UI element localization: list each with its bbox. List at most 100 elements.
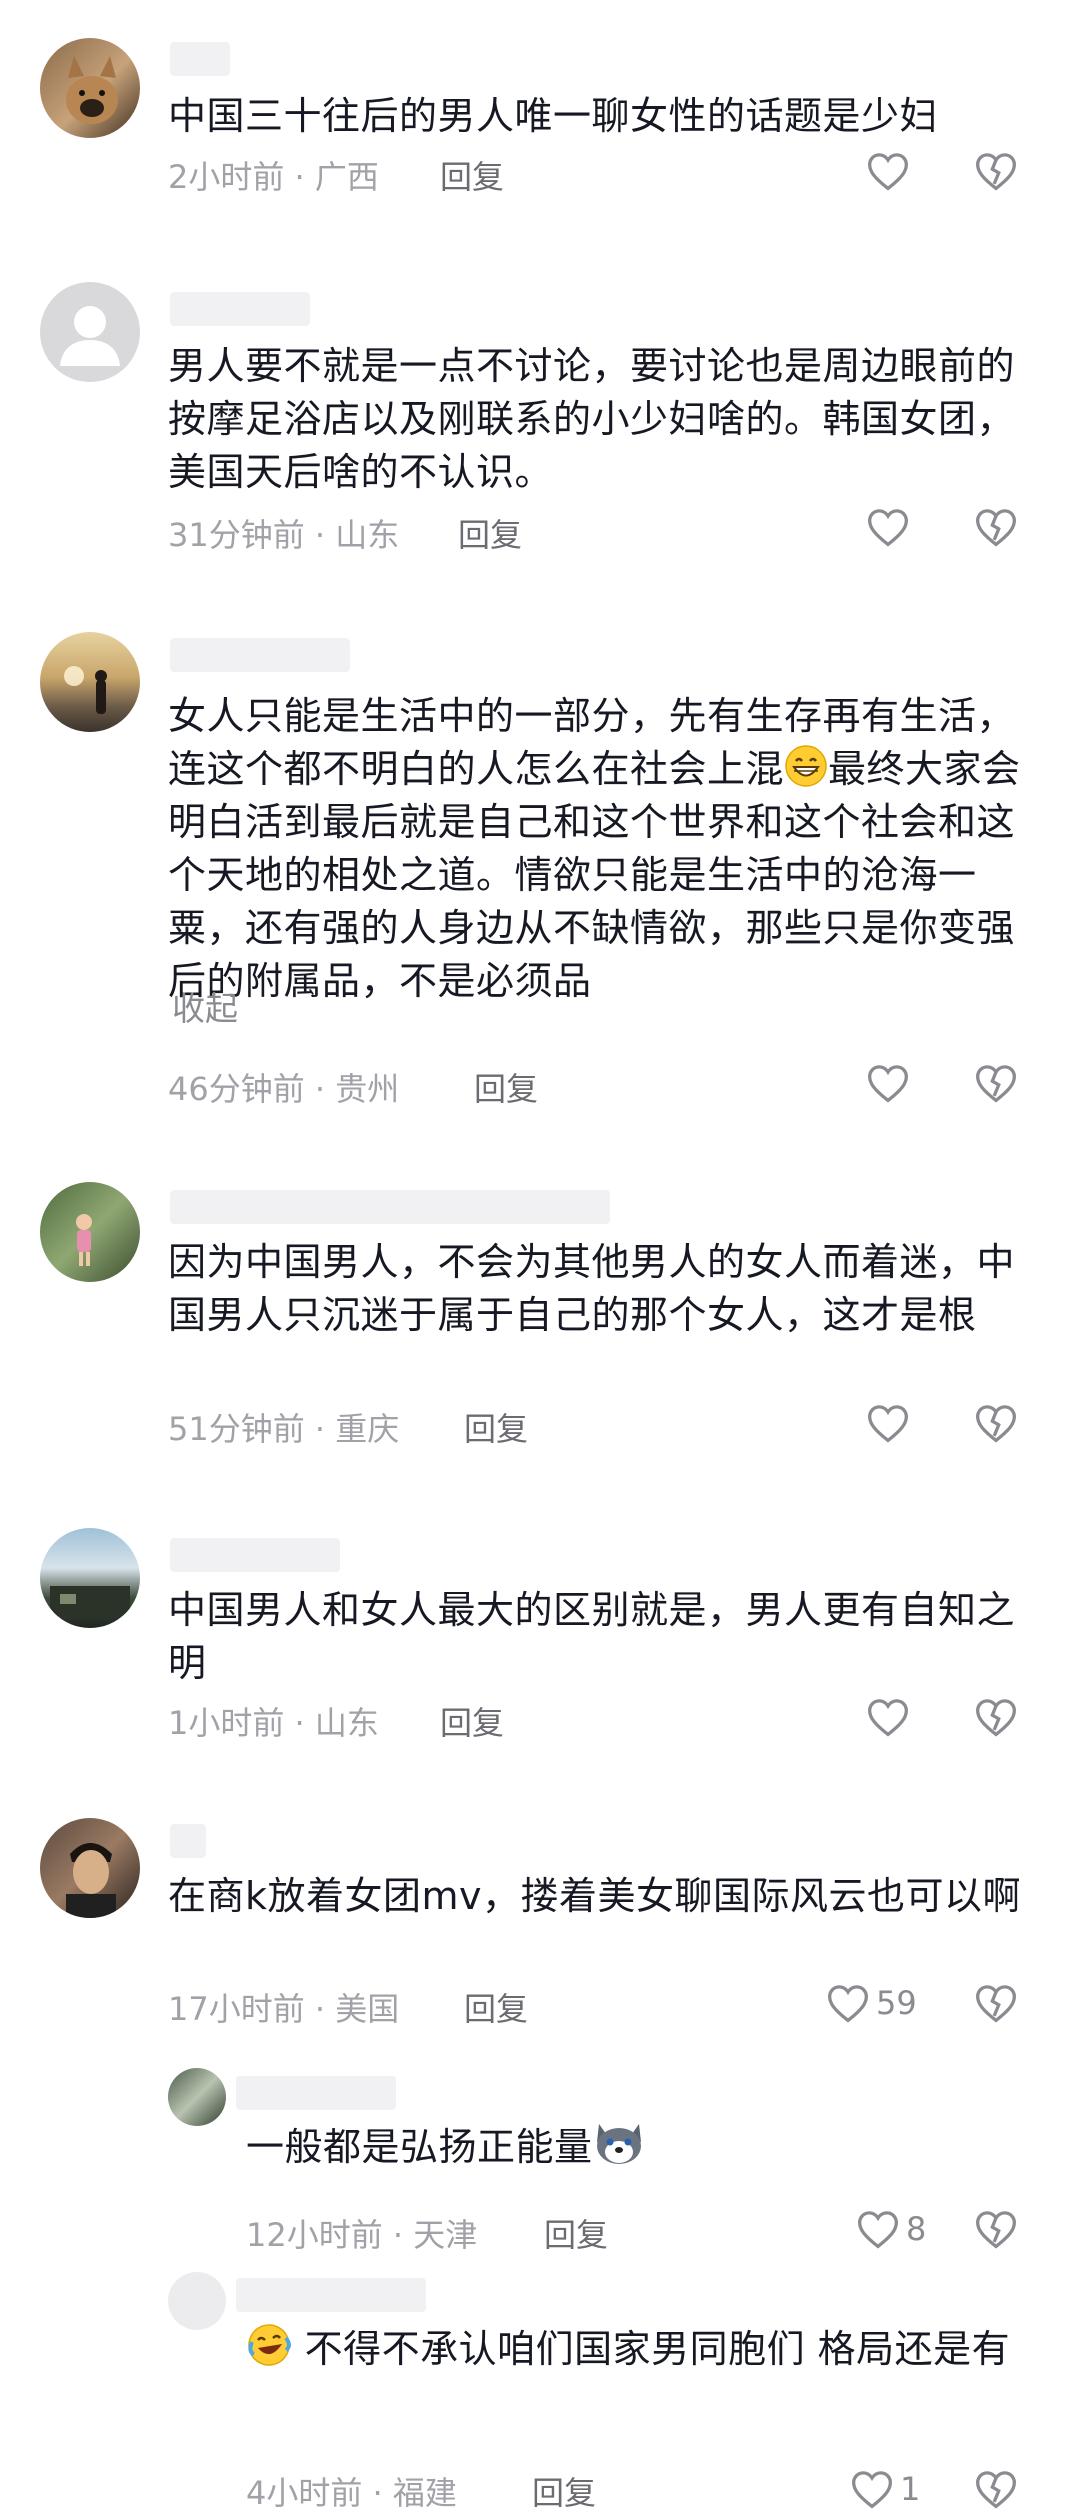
dislike-button[interactable]	[974, 1696, 1018, 1738]
separator: ·	[314, 1990, 326, 2028]
like-count: 8	[906, 2210, 927, 2248]
dislike-button[interactable]	[974, 2208, 1018, 2250]
comment-text: 男人要不就是一点不讨论，要讨论也是周边眼前的按摩足浴店以及刚联系的小少妇啥的。韩…	[168, 344, 1016, 494]
dislike-button[interactable]	[974, 506, 1018, 548]
separator: ·	[314, 1070, 326, 1108]
avatar[interactable]	[40, 1182, 140, 1282]
username[interactable]	[170, 1824, 206, 1858]
like-count: 59	[876, 1984, 917, 2022]
reply-location: 福建	[392, 2474, 457, 2512]
child-avatar-icon	[76, 1214, 92, 1266]
separator: ·	[314, 516, 326, 554]
dog-avatar-icon	[66, 56, 118, 124]
username[interactable]	[170, 1538, 340, 1572]
landscape-avatar-icon	[50, 1586, 130, 1616]
comment-location: 贵州	[335, 1070, 400, 1108]
heart-icon	[868, 1699, 908, 1737]
comment-location: 山东	[335, 516, 400, 554]
heart-icon	[852, 2471, 892, 2509]
man-avatar-icon	[66, 1843, 116, 1918]
comment-meta: 31分钟前 · 山东	[168, 510, 399, 556]
like-button[interactable]	[866, 1402, 910, 1444]
avatar[interactable]	[168, 2272, 226, 2330]
comment-time: 1小时前	[168, 1704, 285, 1742]
comment-text: 中国男人和女人最大的区别就是，男人更有自知之明	[168, 1588, 1016, 1685]
broken-heart-icon	[976, 1699, 1016, 1737]
reply-location: 天津	[413, 2216, 478, 2254]
collapse-button[interactable]: 收起	[172, 982, 238, 1030]
avatar[interactable]	[40, 38, 140, 138]
like-button[interactable]	[866, 150, 910, 192]
reply-meta: 12小时前 · 天津	[246, 2210, 477, 2256]
person-avatar-icon	[64, 666, 107, 714]
like-button[interactable]: 1	[850, 2468, 920, 2510]
broken-heart-icon	[976, 2211, 1016, 2249]
dislike-button[interactable]	[974, 150, 1018, 192]
reply-time: 4小时前	[246, 2474, 363, 2512]
separator: ·	[314, 1410, 326, 1448]
username[interactable]	[170, 638, 350, 672]
reply-text: 一般都是弘扬正能量	[246, 2120, 1026, 2174]
like-button[interactable]: 59	[826, 1982, 917, 2024]
heart-icon	[868, 1065, 908, 1103]
comment-time: 46分钟前	[168, 1070, 305, 1108]
broken-heart-icon	[976, 509, 1016, 547]
comment-meta: 2小时前 · 广西	[168, 152, 379, 198]
reply-button[interactable]: 回复	[532, 2468, 596, 2514]
comment-meta: 46分钟前 · 贵州	[168, 1064, 399, 1110]
avatar[interactable]	[40, 282, 140, 382]
broken-heart-icon	[976, 2471, 1016, 2509]
reply-meta: 4小时前 · 福建	[246, 2468, 457, 2514]
like-button[interactable]	[866, 1696, 910, 1738]
username[interactable]	[236, 2076, 396, 2110]
avatar[interactable]	[40, 1528, 140, 1628]
comment-location: 重庆	[335, 1410, 400, 1448]
dislike-button[interactable]	[974, 1982, 1018, 2024]
dislike-button[interactable]	[974, 1402, 1018, 1444]
reply-button[interactable]: 回复	[464, 1404, 528, 1450]
like-button[interactable]: 8	[856, 2208, 926, 2250]
username[interactable]	[170, 292, 310, 326]
username[interactable]	[170, 1190, 610, 1224]
username[interactable]	[236, 2278, 426, 2312]
username[interactable]	[170, 42, 230, 76]
separator: ·	[294, 158, 305, 196]
separator: ·	[372, 2474, 383, 2512]
avatar[interactable]	[168, 2068, 226, 2126]
reply-button[interactable]: 回复	[440, 1698, 504, 1744]
reply-text-part: 不得不承认咱们国家男同胞们 格局还是有	[304, 2327, 1011, 2371]
like-button[interactable]	[866, 506, 910, 548]
heart-icon	[868, 153, 908, 191]
comment-text: 中国三十往后的男人唯一聊女性的话题是少妇	[168, 94, 939, 138]
reply-button[interactable]: 回复	[458, 510, 522, 556]
reply-button[interactable]: 回复	[544, 2210, 608, 2256]
broken-heart-icon	[976, 1405, 1016, 1443]
reply-text: 不得不承认咱们国家男同胞们 格局还是有	[246, 2322, 1026, 2376]
reply-button[interactable]: 回复	[464, 1984, 528, 2030]
broken-heart-icon	[976, 153, 1016, 191]
reply-button[interactable]: 回复	[474, 1064, 538, 1110]
like-button[interactable]	[866, 1062, 910, 1104]
comment-location: 山东	[314, 1704, 379, 1742]
dislike-button[interactable]	[974, 1062, 1018, 1104]
comment-text: 在商k放着女团mv，搂着美女聊国际风云也可以啊	[168, 1874, 1022, 1918]
avatar[interactable]	[40, 632, 140, 732]
dislike-button[interactable]	[974, 2468, 1018, 2510]
comment-location: 美国	[335, 1990, 400, 2028]
comment-time: 2小时前	[168, 158, 285, 196]
like-count: 1	[900, 2470, 921, 2508]
comment-time: 17小时前	[168, 1990, 305, 2028]
avatar[interactable]	[40, 1818, 140, 1918]
separator: ·	[294, 1704, 305, 1742]
heart-icon	[868, 1405, 908, 1443]
separator: ·	[392, 2216, 404, 2254]
heart-icon	[828, 1985, 868, 2023]
comment-meta: 17小时前 · 美国	[168, 1984, 399, 2030]
comment-time: 51分钟前	[168, 1410, 305, 1448]
comment-text: 因为中国男人，不会为其他男人的女人而着迷，中国男人只沉迷于属于自己的那个女人，这…	[168, 1240, 1016, 1337]
reply-button[interactable]: 回复	[440, 152, 504, 198]
broken-heart-icon	[976, 1065, 1016, 1103]
comment-time: 31分钟前	[168, 516, 305, 554]
comment-text: 女人只能是生活中的一部分，先有生存再有生活，连这个都不明白的人怎么在社会上混 最终…	[168, 690, 1028, 1008]
broken-heart-icon	[976, 1985, 1016, 2023]
